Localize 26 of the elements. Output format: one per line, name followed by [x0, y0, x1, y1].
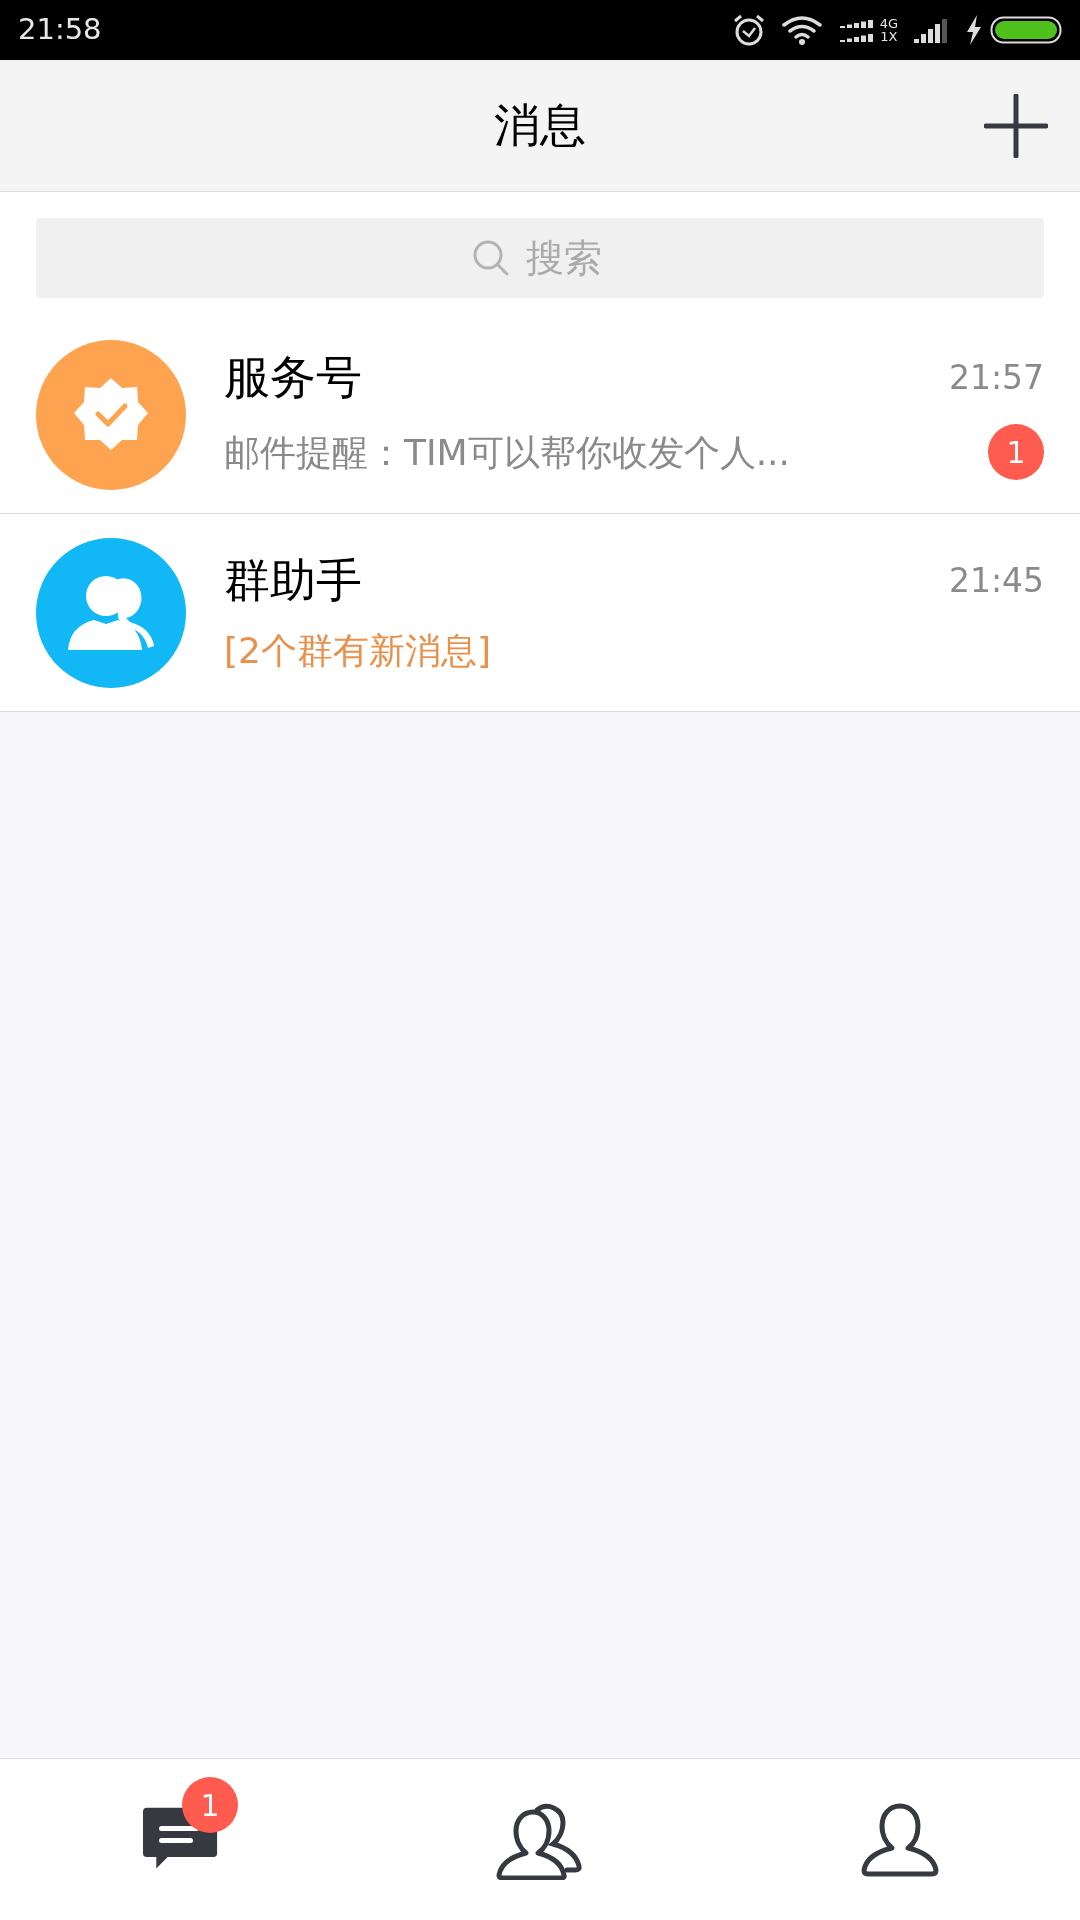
conversation-time: 21:45 — [948, 560, 1044, 603]
conversation-name: 群助手 — [224, 552, 362, 610]
group-avatar-icon — [36, 537, 186, 688]
charging-bolt-icon — [966, 15, 982, 45]
search-icon — [472, 239, 510, 277]
network-type-label: 4G — [879, 17, 898, 30]
conversation-name: 服务号 — [224, 348, 362, 406]
signal-bars-icon — [914, 17, 950, 43]
plus-icon — [984, 93, 1048, 158]
conversation-item[interactable]: 服务号 21:57 邮件提醒：TIM可以帮你收发个人... 1 — [0, 316, 1080, 514]
search-field[interactable]: 搜索 — [36, 218, 1044, 298]
network-type-label: 1X — [880, 30, 898, 43]
conversation-time: 21:57 — [948, 356, 1044, 399]
status-time: 21:58 — [18, 11, 102, 49]
verified-badge-avatar-icon — [36, 339, 186, 490]
wifi-icon — [781, 15, 822, 45]
unread-count: 1 — [988, 424, 1044, 481]
message-preview: 邮件提醒：TIM可以帮你收发个人... — [224, 430, 790, 475]
tab-badge: 1 — [182, 1777, 238, 1833]
alarm-icon — [731, 13, 766, 47]
page-title: 消息 — [494, 97, 586, 154]
battery-icon — [990, 16, 1062, 44]
signal-dots-icon — [837, 17, 876, 43]
message-preview: [2个群有新消息] — [224, 628, 491, 673]
add-button[interactable] — [982, 91, 1050, 160]
conversation-item[interactable]: 群助手 21:45 [2个群有新消息] — [0, 514, 1080, 712]
